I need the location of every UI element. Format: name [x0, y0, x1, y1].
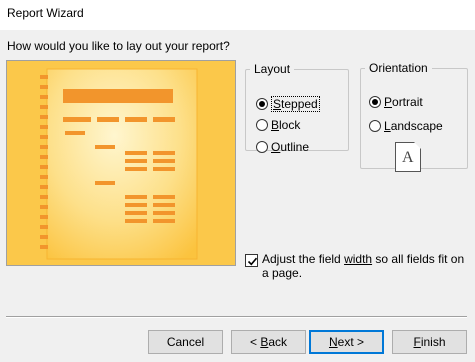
radio-indicator [256, 141, 268, 153]
adjust-label-part2: width [344, 252, 373, 266]
back-button-prefix: < [249, 335, 261, 349]
next-button-suffix: > [353, 335, 365, 349]
radio-indicator [369, 120, 381, 132]
orientation-legend: Orientation [369, 61, 428, 75]
layout-legend: Layout [254, 62, 291, 76]
page-corner-fold [414, 142, 421, 149]
cancel-button[interactable]: Cancel [148, 330, 223, 354]
wizard-prompt: How would you like to lay out your repor… [7, 39, 230, 53]
layout-preview-image [6, 60, 236, 266]
finish-button-label: Finish [413, 335, 446, 349]
finish-button[interactable]: Finish [392, 330, 467, 354]
radio-selected-indicator [369, 96, 381, 108]
orientation-portrait-label: Portrait [384, 95, 423, 109]
layout-outline-radio[interactable]: Outline [256, 140, 309, 154]
stepped-report-illustration [7, 61, 235, 265]
next-button[interactable]: Next > [309, 330, 384, 354]
orientation-landscape-radio[interactable]: Landscape [369, 119, 443, 133]
layout-group: Layout Stepped Block Outline [245, 62, 349, 154]
next-button-label: Next [328, 335, 354, 349]
adjust-label-part1: Adjust the field [262, 252, 345, 266]
footer-separator [6, 316, 467, 318]
adjust-field-width-label: Adjust the field width so all fields fit… [262, 252, 467, 280]
orientation-landscape-label: Landscape [384, 119, 443, 133]
orientation-portrait-radio[interactable]: Portrait [369, 95, 423, 109]
portrait-page-icon: A [395, 142, 421, 172]
back-button[interactable]: < Back [231, 330, 306, 354]
page-icon-letter: A [402, 149, 414, 166]
radio-indicator [256, 119, 268, 131]
layout-block-radio[interactable]: Block [256, 118, 300, 132]
radio-selected-indicator [256, 98, 268, 110]
checkmark-icon [247, 257, 258, 266]
window-title: Report Wizard [7, 6, 84, 20]
layout-outline-label: Outline [271, 140, 310, 154]
title-bar: Report Wizard [0, 0, 475, 30]
layout-stepped-label: Stepped [271, 96, 320, 112]
adjust-field-width-checkbox[interactable] [245, 254, 258, 267]
back-button-label: Back [260, 335, 288, 349]
orientation-group: Orientation Portrait Landscape A [360, 61, 468, 172]
layout-stepped-radio[interactable]: Stepped [256, 96, 320, 112]
layout-block-label: Block [271, 118, 301, 132]
cancel-button-label: Cancel [166, 335, 205, 349]
